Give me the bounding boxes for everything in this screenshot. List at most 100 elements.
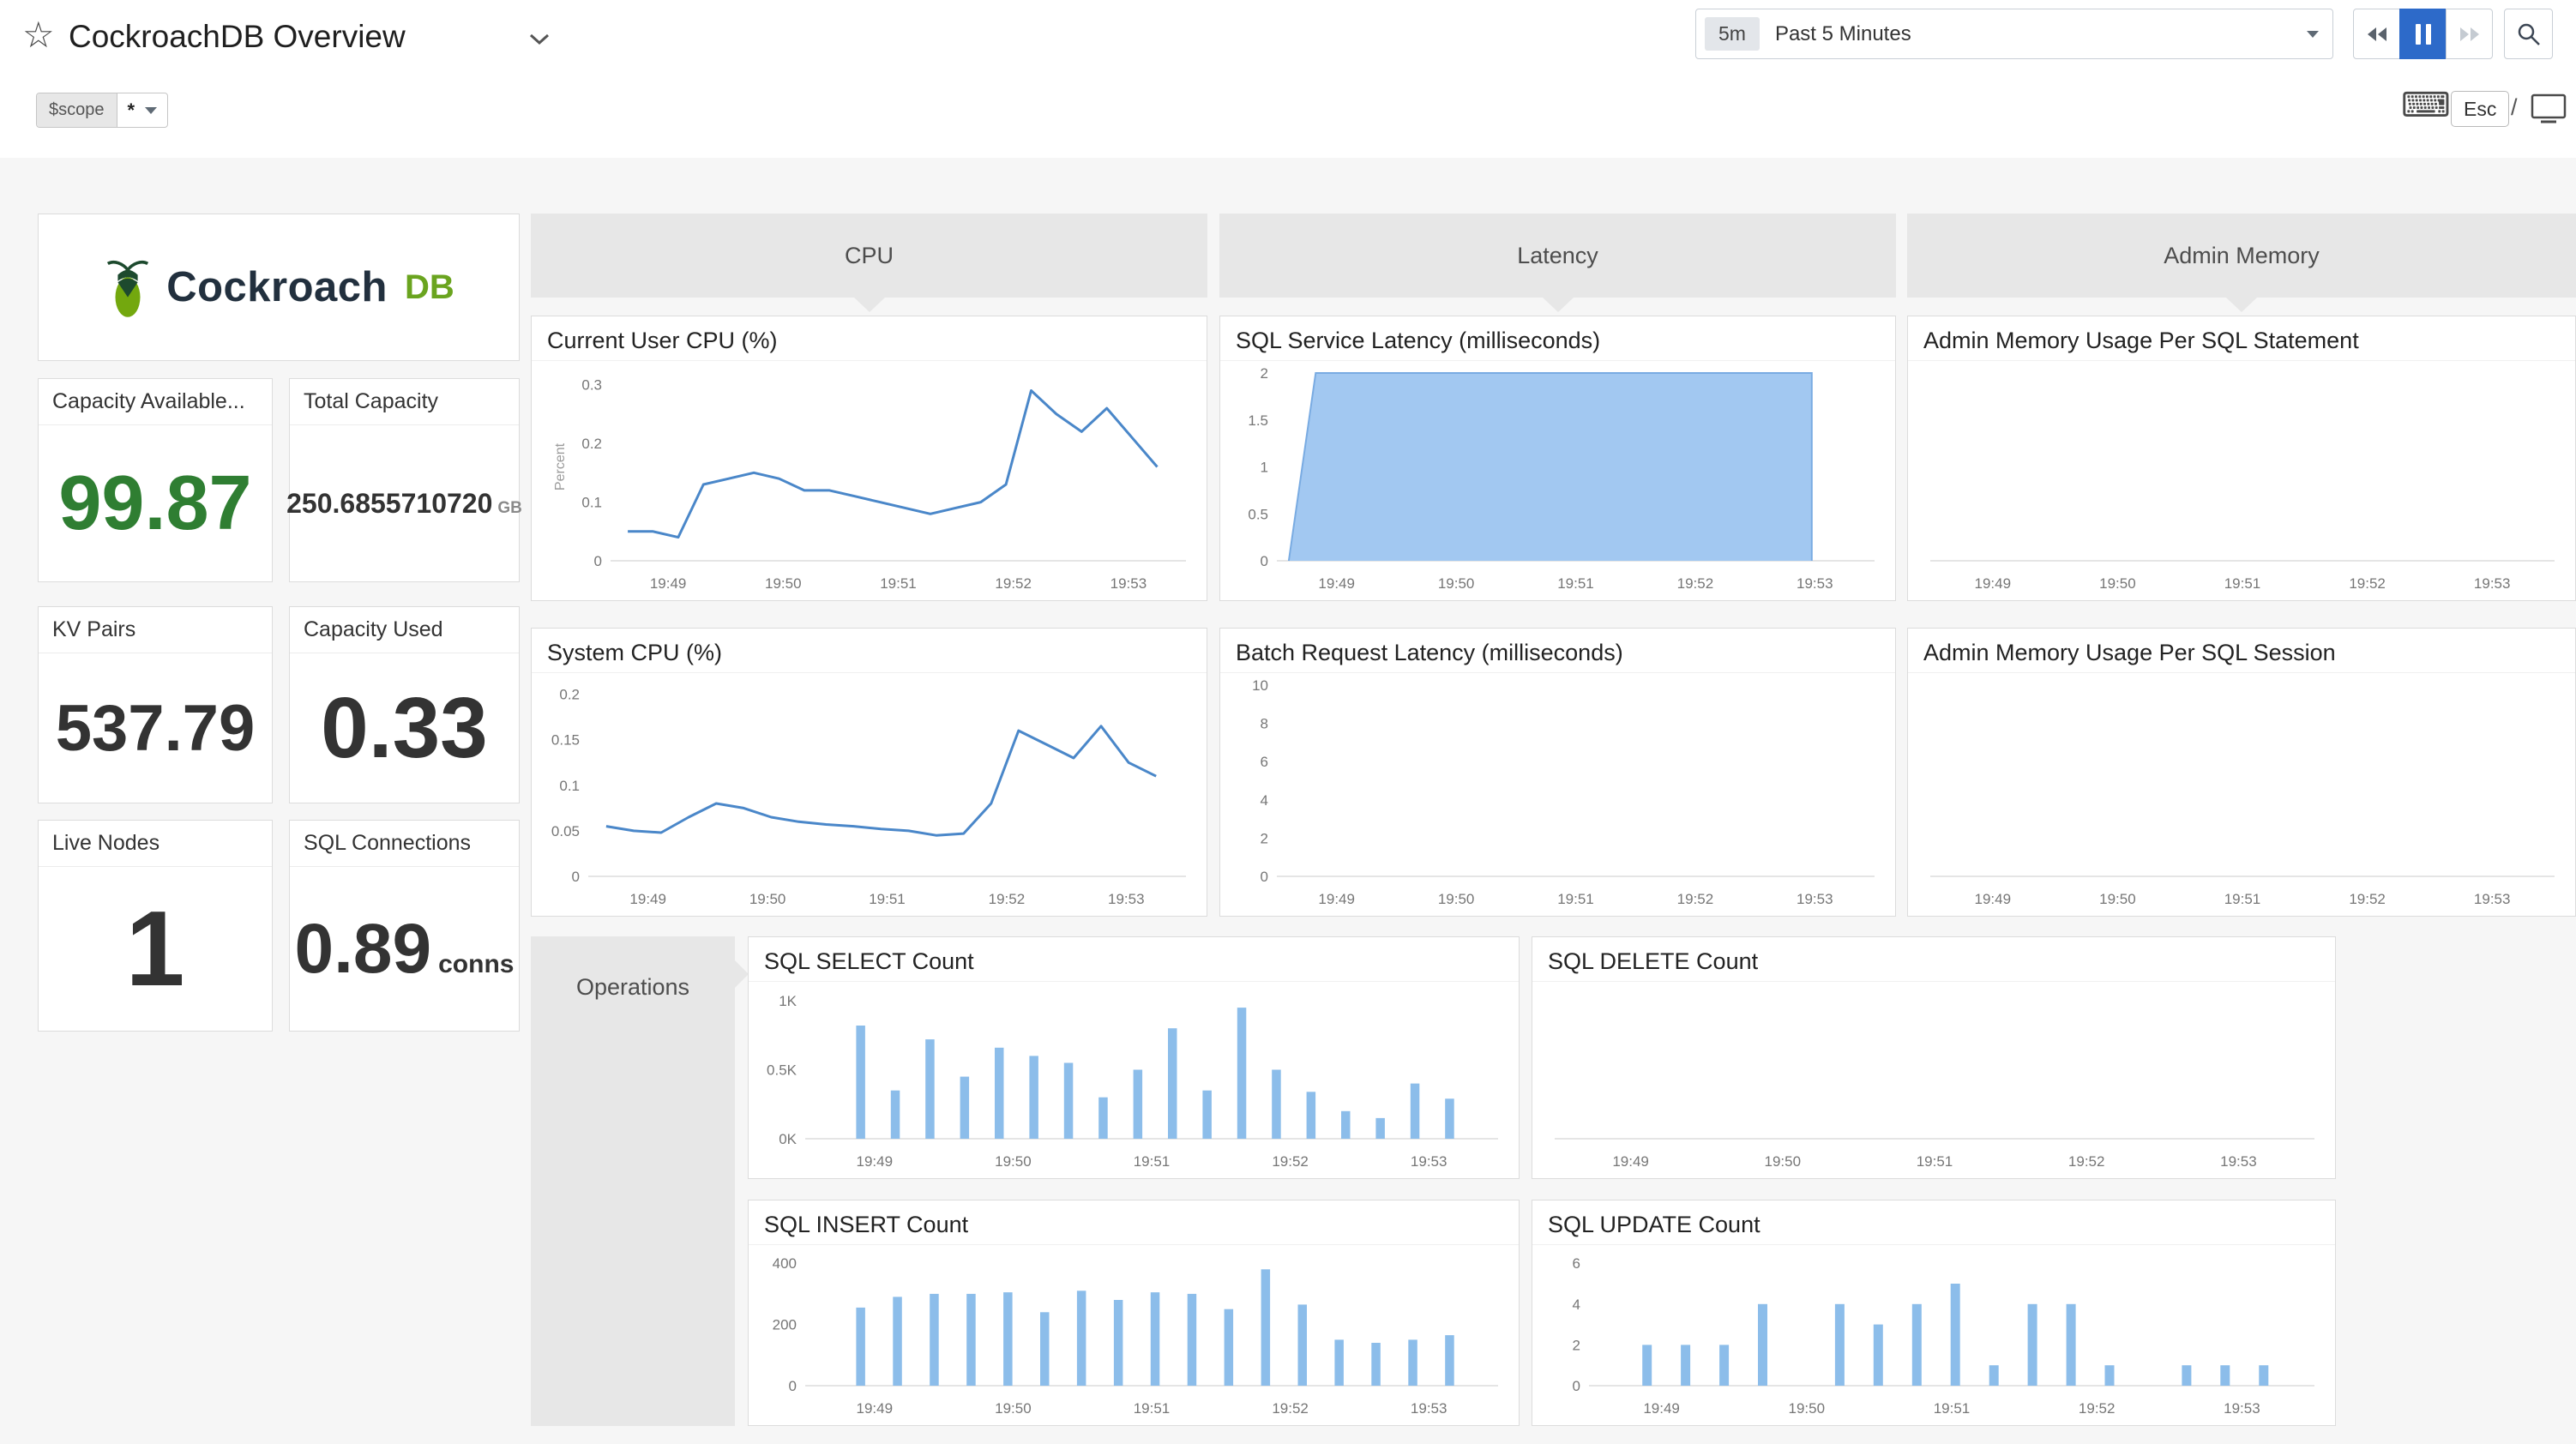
- widget-total-capacity: Total Capacity 250.6855710720 GB: [286, 378, 522, 582]
- svg-text:19:51: 19:51: [1917, 1153, 1953, 1170]
- chart-sql-delete-count[interactable]: SQL DELETE Count 19:49 19:50 19:51 19:52 19:…: [1532, 936, 2336, 1179]
- svg-text:19:50: 19:50: [1438, 891, 1475, 907]
- fast-forward-button[interactable]: [2446, 9, 2493, 59]
- widget-kv-pairs: KV Pairs 537.79: [38, 606, 273, 803]
- svg-text:0: 0: [1573, 1378, 1580, 1394]
- svg-text:19:49: 19:49: [650, 575, 687, 592]
- chart-current-user-cpu[interactable]: Current User CPU (%) 0 0.1 0.2 0.3 19:49 19:5…: [531, 316, 1207, 601]
- chart-batch-request-latency[interactable]: Batch Request Latency (milliseconds) 0 2 4…: [1219, 628, 1896, 917]
- svg-text:19:53: 19:53: [1411, 1153, 1447, 1170]
- widget-unit: GB: [497, 498, 522, 517]
- chart-plot[interactable]: 19:49 19:50 19:51 19:52 19:53: [1908, 673, 2575, 916]
- chart-plot[interactable]: 0 2 4 6 19:49 19:50 19:51 19:52 19:53: [1532, 1245, 2335, 1425]
- svg-text:0K: 0K: [779, 1131, 797, 1147]
- widget-capacity-used: Capacity Used 0.33: [289, 606, 520, 803]
- svg-text:19:49: 19:49: [857, 1153, 894, 1170]
- svg-text:4: 4: [1261, 792, 1268, 809]
- group-header-cpu[interactable]: CPU: [531, 214, 1207, 298]
- svg-text:0.5: 0.5: [1248, 506, 1268, 522]
- svg-text:19:51: 19:51: [1557, 575, 1594, 592]
- title-chevron-down-icon[interactable]: [528, 33, 551, 51]
- widget-value: 537.79: [55, 691, 256, 765]
- svg-text:1: 1: [1261, 460, 1268, 476]
- page-title: CockroachDB Overview: [69, 19, 406, 54]
- svg-text:19:49: 19:49: [1975, 575, 2012, 592]
- chart-plot[interactable]: 0 2 4 6 8 10 19:49 19:50 19:51 19:52 19:53: [1220, 673, 1895, 916]
- chart-plot[interactable]: 0 0.05 0.1 0.15 0.2 19:49 19:50 19:51 19:52 19:53: [532, 673, 1207, 916]
- svg-text:19:52: 19:52: [1677, 891, 1714, 907]
- group-header-latency[interactable]: Latency: [1219, 214, 1896, 298]
- svg-text:0.5K: 0.5K: [767, 1062, 797, 1079]
- svg-text:19:50: 19:50: [1765, 1153, 1802, 1170]
- svg-text:19:50: 19:50: [1438, 575, 1475, 592]
- svg-text:0.2: 0.2: [581, 436, 602, 452]
- zoom-search-button[interactable]: [2504, 9, 2553, 59]
- widget-capacity-available: Capacity Available... 99.87: [38, 378, 273, 582]
- svg-text:19:50: 19:50: [1789, 1400, 1826, 1417]
- chart-sql-update-count[interactable]: SQL UPDATE Count 0 2 4 6 19:49 19:50 19:51 19:5…: [1532, 1200, 2336, 1426]
- chevron-down-icon: [2307, 30, 2319, 38]
- chart-admin-memory-per-statement[interactable]: Admin Memory Usage Per SQL Statement 19:…: [1907, 316, 2576, 601]
- rewind-button[interactable]: [2353, 9, 2400, 59]
- chart-plot[interactable]: 0K 0.5K 1K 19:49 19:50 19:51 19:52 19:53: [749, 982, 1519, 1178]
- widget-live-nodes: Live Nodes 1: [38, 820, 273, 1032]
- widget-value: 0.33: [321, 679, 488, 776]
- svg-text:19:50: 19:50: [749, 891, 786, 907]
- pause-button[interactable]: [2399, 9, 2447, 59]
- scope-variable-dropdown[interactable]: $scope *: [36, 93, 169, 128]
- group-header-operations[interactable]: Operations: [531, 936, 749, 1426]
- playback-controls: [2353, 9, 2493, 59]
- widget-title: KV Pairs: [39, 607, 272, 653]
- widget-value: 99.87: [58, 460, 252, 546]
- chart-plot[interactable]: 0 0.5 1 1.5 2 19:49 19:50 19:51 19:52 19:53: [1220, 361, 1895, 600]
- widget-value: 1: [125, 889, 185, 1008]
- chart-plot[interactable]: 0 0.1 0.2 0.3 19:49 19:50 19:51 19:52 19:53 Perce…: [532, 361, 1207, 600]
- group-header-admin-memory[interactable]: Admin Memory: [1907, 214, 2576, 298]
- time-range-label: Past 5 Minutes: [1774, 21, 1911, 45]
- svg-text:19:51: 19:51: [1934, 1400, 1971, 1417]
- svg-text:6: 6: [1573, 1255, 1580, 1272]
- chart-plot[interactable]: 19:49 19:50 19:51 19:52 19:53: [1532, 982, 2335, 1178]
- svg-text:19:51: 19:51: [1557, 891, 1594, 907]
- chart-system-cpu[interactable]: System CPU (%) 0 0.05 0.1 0.15 0.2 19:49 19:50…: [531, 628, 1207, 917]
- svg-text:Percent: Percent: [553, 442, 568, 490]
- svg-text:0.1: 0.1: [581, 495, 602, 511]
- chart-admin-memory-per-session[interactable]: Admin Memory Usage Per SQL Session 19:49…: [1907, 628, 2576, 917]
- favorite-star-icon[interactable]: ☆: [22, 14, 55, 56]
- time-range-dropdown[interactable]: 5m Past 5 Minutes: [1695, 9, 2333, 59]
- chart-sql-select-count[interactable]: SQL SELECT Count 0K 0.5K 1K 19:49 19:50 19:51…: [748, 936, 1520, 1179]
- cockroach-bug-icon: [107, 260, 149, 317]
- esc-key-button[interactable]: Esc: [2451, 91, 2510, 127]
- svg-text:19:53: 19:53: [2224, 1400, 2260, 1417]
- svg-text:19:53: 19:53: [1108, 891, 1145, 907]
- svg-text:0: 0: [789, 1378, 797, 1394]
- fullscreen-tv-icon[interactable]: [2530, 93, 2567, 129]
- chart-title: SQL DELETE Count: [1532, 937, 2335, 982]
- svg-text:0: 0: [1261, 869, 1268, 885]
- svg-text:19:49: 19:49: [1318, 575, 1355, 592]
- chart-sql-insert-count[interactable]: SQL INSERT Count 0 200 400 19:49 19:50 19:51 1…: [748, 1200, 1520, 1426]
- svg-text:19:49: 19:49: [1612, 1153, 1649, 1170]
- svg-text:19:51: 19:51: [880, 575, 917, 592]
- svg-text:19:52: 19:52: [1272, 1400, 1309, 1417]
- svg-text:19:52: 19:52: [2068, 1153, 2105, 1170]
- svg-text:19:50: 19:50: [995, 1400, 1032, 1417]
- chart-sql-service-latency[interactable]: SQL Service Latency (milliseconds) 0 0.5 1…: [1219, 316, 1896, 601]
- chevron-down-icon: [145, 106, 158, 114]
- chart-plot[interactable]: 19:49 19:50 19:51 19:52 19:53: [1908, 361, 2575, 600]
- svg-text:19:52: 19:52: [2349, 575, 2386, 592]
- svg-text:19:52: 19:52: [995, 575, 1032, 592]
- svg-text:19:51: 19:51: [1134, 1400, 1171, 1417]
- svg-text:19:49: 19:49: [857, 1400, 894, 1417]
- svg-text:19:53: 19:53: [2220, 1153, 2257, 1170]
- svg-text:19:53: 19:53: [1110, 575, 1147, 592]
- svg-text:19:49: 19:49: [1975, 891, 2012, 907]
- keyboard-shortcuts-icon[interactable]: ⌨: [2401, 86, 2451, 125]
- svg-text:19:49: 19:49: [1318, 891, 1355, 907]
- chart-title: System CPU (%): [532, 629, 1207, 673]
- magnifier-icon: [2518, 23, 2540, 45]
- cockroachdb-logo-widget: Cockroach DB: [38, 214, 520, 361]
- chart-plot[interactable]: 0 200 400 19:49 19:50 19:51 19:52 19:53: [749, 1245, 1519, 1425]
- svg-text:19:50: 19:50: [2099, 891, 2136, 907]
- svg-text:19:52: 19:52: [1677, 575, 1714, 592]
